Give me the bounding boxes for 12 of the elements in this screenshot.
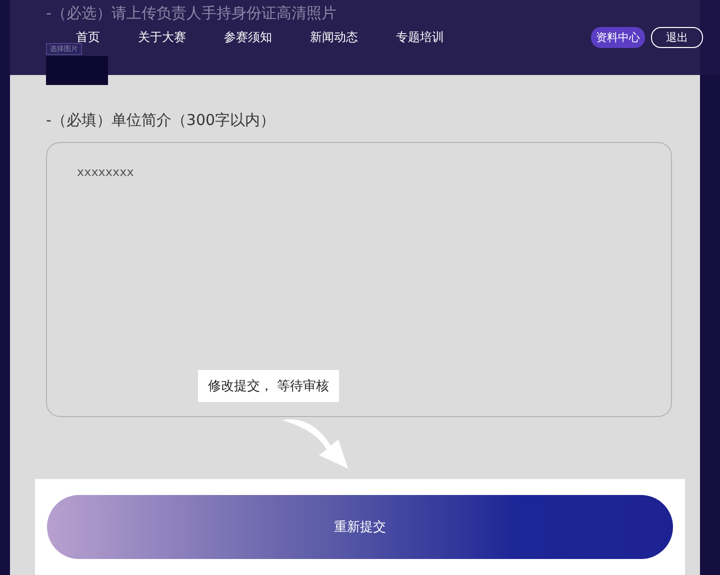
section-heading: -（必选）请上传负责人手持身份证高清照片 [46, 4, 336, 23]
photo-placeholder [46, 56, 108, 85]
nav-link[interactable]: 专题培训 [396, 29, 444, 46]
nav-link[interactable]: 新闻动态 [310, 29, 358, 46]
section-heading: -（必填）单位简介（300字以内） [46, 110, 276, 130]
nav-link[interactable]: 参赛须知 [224, 29, 272, 46]
nav-link[interactable]: 关于大赛 [138, 29, 186, 46]
resubmit-button[interactable]: 重新提交 [47, 494, 673, 559]
resource-center-button[interactable]: 资料中心 [591, 27, 645, 48]
nav-link[interactable]: 首页 [76, 29, 100, 46]
logout-button[interactable]: 退出 [651, 27, 703, 48]
callout-label: 修改提交， 等待审核 [198, 370, 340, 402]
